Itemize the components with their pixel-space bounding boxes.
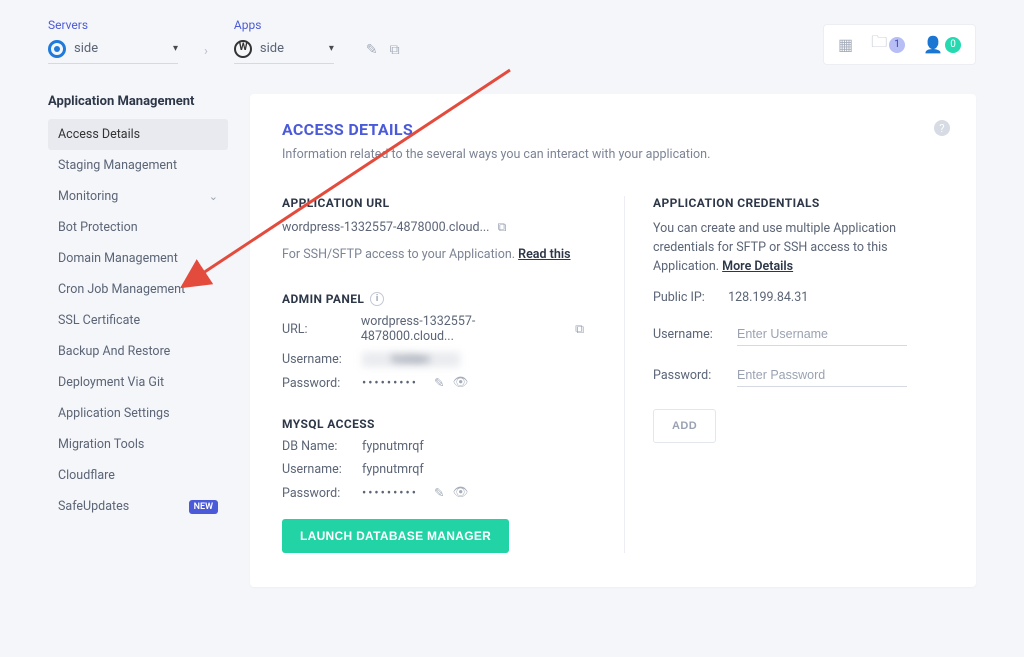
read-this-link[interactable]: Read this [518,247,570,262]
public-ip-value: 128.199.84.31 [728,290,808,305]
sidebar-item-domain-management[interactable]: Domain Management [48,243,228,274]
user-icon[interactable]: 👤0 [923,35,961,54]
left-column: APPLICATION URL wordpress-1332557-487800… [282,196,584,553]
eye-icon[interactable]: 👁 [452,485,468,501]
external-link-icon[interactable]: ⧉ [497,220,506,235]
launch-db-manager-button[interactable]: LAUNCH DATABASE MANAGER [282,519,509,553]
cred-username-label: Username: [653,327,737,342]
admin-user-value: hidden [362,352,460,367]
admin-user-label: Username: [282,352,352,367]
mysql-db-label: DB Name: [282,439,352,454]
app-selected: side [260,41,284,56]
eye-icon[interactable]: 👁 [452,375,468,391]
sidebar-item-access-details[interactable]: Access Details [48,119,228,150]
mysql-user-label: Username: [282,462,352,477]
grid-icon[interactable]: ▦ [838,35,853,54]
cred-password-input[interactable] [737,364,907,387]
admin-pass-value: ••••••••• [362,376,418,391]
mysql-heading: MYSQL ACCESS [282,417,584,431]
mysql-user-value: fypnutmrqf [362,462,424,477]
sidebar-item-cron[interactable]: Cron Job Management [48,274,228,305]
admin-url-value: wordpress-1332557-4878000.cloud... [361,314,565,344]
pencil-icon[interactable]: ✎ [366,42,378,58]
pencil-icon[interactable]: ✎ [434,485,444,501]
sidebar-item-bot-protection[interactable]: Bot Protection [48,212,228,243]
sidebar-item-git[interactable]: Deployment Via Git [48,367,228,398]
apps-label: Apps [234,18,334,32]
more-details-link[interactable]: More Details [722,259,793,274]
app-actions: ✎ ⧉ [366,42,400,58]
server-select[interactable]: side ▾ [48,36,178,64]
mysql-pass-value: ••••••••• [362,486,418,501]
external-link-icon[interactable]: ⧉ [390,42,400,58]
cred-password-label: Password: [653,368,737,383]
cred-username-input[interactable] [737,323,907,346]
public-ip-row: Public IP: 128.199.84.31 [653,290,944,305]
sidebar-item-app-settings[interactable]: Application Settings [48,398,228,429]
sidebar: Application Management Access Details St… [48,94,228,587]
server-selected: side [74,41,98,56]
page-subtitle: Information related to the several ways … [282,147,944,162]
info-icon[interactable]: i [370,292,384,306]
sidebar-item-migration[interactable]: Migration Tools [48,429,228,460]
caret-down-icon: ▾ [173,43,178,54]
sidebar-item-backup[interactable]: Backup And Restore [48,336,228,367]
right-column: APPLICATION CREDENTIALS You can create a… [624,196,944,553]
sidebar-item-staging[interactable]: Staging Management [48,150,228,181]
sidebar-item-safeupdates[interactable]: SafeUpdatesNEW [48,491,228,522]
apps-crumb: Apps side ▾ [234,18,334,64]
servers-crumb: Servers side ▾ [48,18,178,64]
wordpress-icon [234,40,252,58]
admin-panel-heading: ADMIN PANELi [282,292,584,306]
public-ip-label: Public IP: [653,290,725,305]
credentials-description: You can create and use multiple Applicat… [653,220,944,276]
mysql-pass-label: Password: [282,486,352,501]
chevron-right-icon: › [204,44,208,59]
application-url-value: wordpress-1332557-4878000.cloud... [282,220,489,235]
pencil-icon[interactable]: ✎ [434,375,444,391]
chevron-down-icon: ⌄ [209,190,218,203]
application-url-hint: For SSH/SFTP access to your Application.… [282,247,584,262]
external-link-icon[interactable]: ⧉ [575,322,584,337]
add-button[interactable]: ADD [653,409,716,443]
digitalocean-icon [48,40,66,58]
caret-down-icon: ▾ [329,43,334,54]
mysql-db-value: fypnutmrqf [362,439,424,454]
sidebar-heading: Application Management [48,94,228,109]
sidebar-item-cloudflare[interactable]: Cloudflare [48,460,228,491]
user-badge: 0 [945,37,961,53]
page-title: ACCESS DETAILS [282,120,944,139]
servers-label: Servers [48,18,178,32]
application-url-heading: APPLICATION URL [282,196,584,210]
folder-badge: 1 [889,37,905,53]
admin-url-label: URL: [282,322,351,337]
folder-icon[interactable]: 🗀1 [871,31,905,58]
admin-pass-label: Password: [282,376,352,391]
sidebar-item-monitoring[interactable]: Monitoring⌄ [48,181,228,212]
help-icon[interactable]: ? [934,120,950,136]
credentials-heading: APPLICATION CREDENTIALS [653,196,944,210]
app-select[interactable]: side ▾ [234,36,334,64]
breadcrumb-row: Servers side ▾ › Apps side ▾ ✎ ⧉ ▦ 🗀1 👤0 [0,0,1024,64]
sidebar-item-ssl[interactable]: SSL Certificate [48,305,228,336]
new-badge: NEW [189,500,218,514]
top-toolbar: ▦ 🗀1 👤0 [823,24,976,65]
access-details-card: ACCESS DETAILS Information related to th… [250,94,976,587]
